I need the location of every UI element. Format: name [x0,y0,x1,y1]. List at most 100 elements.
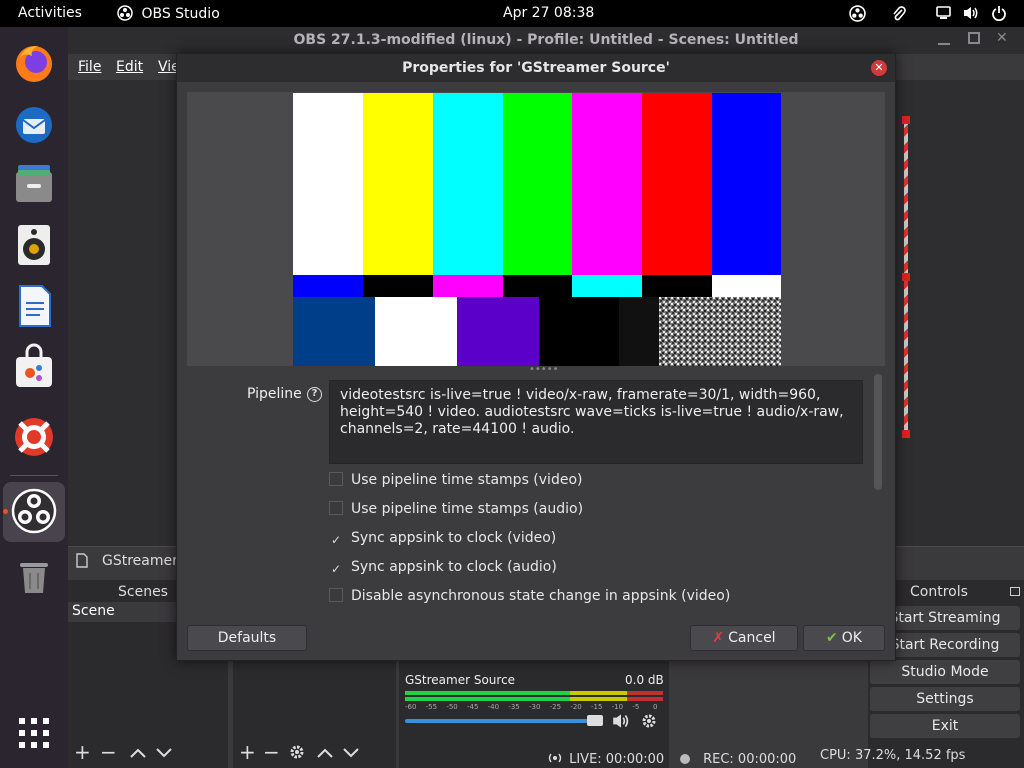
meter-tick-label: -25 [549,703,562,711]
checkbox[interactable] [329,472,343,486]
running-indicator [3,509,8,514]
move-up-icon[interactable] [130,744,146,763]
live-timer: LIVE: 00:00:00 [569,752,665,767]
minimize-icon[interactable] [938,33,950,45]
rhythmbox-icon[interactable] [10,221,58,269]
option-sync-clock-video[interactable]: ✓ Sync appsink to clock (video) [329,530,556,552]
files-icon[interactable] [10,160,58,208]
resize-handle-middle[interactable] [902,273,910,281]
volume-slider-handle[interactable] [587,715,603,726]
remove-scene-icon[interactable]: − [100,742,117,762]
mute-speaker-icon[interactable] [611,712,631,734]
resize-handle-bottom[interactable] [902,430,910,438]
pipeline-text-area[interactable]: videotestsrc is-live=true ! video/x-raw,… [329,380,863,464]
option-use-timestamps-video[interactable]: Use pipeline time stamps (video) [329,472,582,494]
meter-tick-label: 0 [653,703,658,711]
source-settings-gear-icon[interactable] [289,744,305,764]
app-name: OBS Studio [141,6,220,22]
source-name-label: GStreamer [102,553,178,569]
option-use-timestamps-audio[interactable]: Use pipeline time stamps (audio) [329,501,583,523]
add-scene-icon[interactable]: + [74,742,91,762]
software-icon[interactable] [10,343,58,391]
menu-file[interactable]: File [78,59,101,75]
obs-tray-icon[interactable] [849,5,866,26]
clock[interactable]: Apr 27 08:38 [503,5,594,21]
dialog-close-icon[interactable]: ✕ [871,60,887,76]
broadcast-icon [546,748,564,767]
checkmark-icon[interactable]: ✓ [329,534,343,548]
live-status: LIVE: 00:00:00 [546,748,664,767]
record-dot-icon [680,754,690,764]
source-move-down-icon[interactable] [343,744,359,763]
help-tooltip-icon[interactable]: ? [307,387,322,402]
rec-status: REC: 00:00:00 [680,748,796,767]
undock-icon[interactable] [1010,587,1020,596]
window-close-icon[interactable]: ✕ [996,30,1008,46]
scene-name: Scene [72,603,115,619]
option-sync-clock-audio[interactable]: ✓ Sync appsink to clock (audio) [329,559,557,581]
firefox-icon[interactable] [10,38,58,86]
trash-icon[interactable] [10,551,58,599]
obs-app-menu[interactable]: OBS Studio [117,5,220,22]
menu-edit[interactable]: Edit [116,59,143,75]
help-icon[interactable] [10,413,58,461]
rec-timer: REC: 00:00:00 [703,752,797,767]
color-bars-test-pattern [293,93,781,366]
source-move-up-icon[interactable] [317,744,333,763]
defaults-button[interactable]: Defaults [187,625,307,651]
splitter-handle[interactable]: ••••• [529,364,559,375]
level-meter-right [405,697,663,701]
source-file-icon [76,553,88,572]
option-disable-async[interactable]: Disable asynchronous state change in app… [329,588,730,610]
mixer-source-name: GStreamer Source [405,673,516,687]
exit-button[interactable]: Exit [870,714,1020,738]
cpu-status: CPU: 37.2%, 14.52 fps [820,748,966,763]
pipeline-label: Pipeline [247,386,302,402]
ok-label: OK [841,630,862,646]
level-meter-left [405,691,663,695]
add-source-icon[interactable]: + [239,742,256,762]
libreoffice-writer-icon[interactable] [10,282,58,330]
studio-mode-button[interactable]: Studio Mode [870,660,1020,684]
settings-button[interactable]: Settings [870,687,1020,711]
obs-studio-icon[interactable] [10,487,58,535]
show-applications-icon[interactable] [10,709,58,757]
option-label: Use pipeline time stamps (video) [351,472,583,488]
checkbox[interactable] [329,501,343,515]
attachment-icon[interactable] [892,5,906,26]
volume-slider[interactable] [405,719,595,723]
volume-icon[interactable] [962,5,980,25]
cancel-x-icon: ✗ [712,630,725,646]
dialog-title: Properties for 'GStreamer Source' [177,54,895,82]
move-down-icon[interactable] [156,744,172,763]
meter-tick-label: -30 [529,703,541,711]
activities-button[interactable]: Activities [18,5,82,21]
resize-handle-top[interactable] [902,116,910,124]
option-label: Use pipeline time stamps (audio) [351,501,584,517]
maximize-icon[interactable] [968,32,980,44]
option-label: Disable asynchronous state change in app… [351,588,731,604]
checkbox[interactable] [329,588,343,602]
window-title: OBS 27.1.3-modified (linux) - Profile: U… [68,27,1024,54]
ok-check-icon: ✔ [826,630,838,646]
meter-tick-label: -55 [425,703,438,711]
display-icon[interactable] [936,6,951,24]
properties-scrollbar[interactable] [874,374,882,490]
mixer-db-value: 0.0 dB [625,673,664,687]
dock-separator [10,475,58,476]
meter-tick-label: -20 [570,703,582,711]
option-label: Sync appsink to clock (video) [351,530,557,546]
obs-icon [117,5,133,21]
cancel-button[interactable]: ✗ Cancel [690,625,798,651]
power-icon[interactable] [991,5,1007,25]
source-preview [187,92,885,366]
thunderbird-icon[interactable] [10,99,58,147]
remove-source-icon[interactable]: − [263,742,280,762]
meter-tick-label: -40 [487,703,500,711]
checkmark-icon[interactable]: ✓ [329,563,343,577]
meter-tick-label: -5 [632,703,640,711]
mixer-settings-gear-icon[interactable] [641,713,657,733]
top-bar: Activities OBS Studio Apr 27 08:38 [0,0,1024,27]
scenes-title: Scenes [118,584,168,600]
ok-button[interactable]: ✔ OK [803,625,885,651]
